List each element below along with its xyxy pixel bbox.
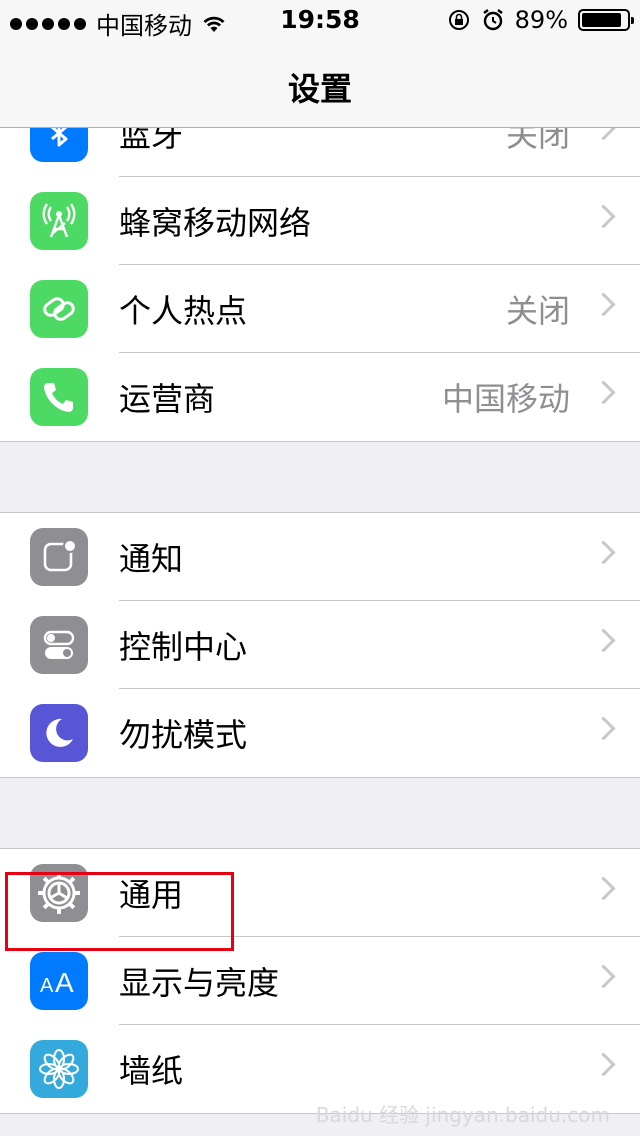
wallpaper-icon bbox=[30, 1040, 88, 1098]
row-label: 蜂窝移动网络 bbox=[119, 204, 312, 242]
alarm-icon bbox=[482, 9, 503, 31]
bluetooth-icon bbox=[30, 128, 88, 162]
chevron-right-icon bbox=[591, 380, 616, 405]
settings-row[interactable]: 通用 bbox=[0, 849, 640, 937]
settings-row[interactable]: 蜂窝移动网络 bbox=[0, 177, 640, 265]
navigation-bar: 设置 bbox=[0, 40, 640, 128]
status-right: 89% bbox=[447, 6, 634, 34]
svg-text:A: A bbox=[40, 975, 54, 997]
chevron-right-icon bbox=[591, 204, 616, 229]
settings-row[interactable]: 蓝牙 关闭 bbox=[0, 128, 640, 177]
row-value: 中国移动 bbox=[441, 380, 570, 418]
chevron-right-icon bbox=[591, 1052, 616, 1077]
moon-icon bbox=[30, 704, 88, 762]
settings-row[interactable]: 个人热点 关闭 bbox=[0, 265, 640, 353]
settings-section: 蓝牙 关闭 蜂窝移动网络 个人热点 关闭 运营商 中国移动 bbox=[0, 128, 640, 442]
chevron-right-icon bbox=[591, 876, 616, 901]
settings-row[interactable]: 控制中心 bbox=[0, 601, 640, 689]
row-value: 关闭 bbox=[505, 128, 570, 154]
row-label: 个人热点 bbox=[119, 292, 248, 330]
settings-section: 通知控制中心勿扰模式 bbox=[0, 512, 640, 778]
chevron-right-icon bbox=[591, 292, 616, 317]
row-label: 控制中心 bbox=[119, 628, 248, 666]
notification-icon bbox=[30, 528, 88, 586]
settings-row[interactable]: A A 显示与亮度 bbox=[0, 937, 640, 1025]
row-value: 关闭 bbox=[505, 292, 570, 330]
settings-section: 通用 A A 显示与亮度墙纸 bbox=[0, 848, 640, 1114]
cellular-icon bbox=[30, 192, 88, 250]
text-size-icon: AA bbox=[30, 952, 88, 1010]
chevron-right-icon bbox=[591, 540, 616, 565]
chevron-right-icon bbox=[591, 128, 616, 141]
page-title: 设置 bbox=[287, 70, 352, 108]
settings-row[interactable]: 运营商 中国移动 bbox=[0, 353, 640, 441]
battery-fill bbox=[582, 13, 621, 27]
svg-text:A: A bbox=[55, 967, 74, 998]
control-center-icon bbox=[30, 616, 88, 674]
row-label: 通用 bbox=[119, 876, 184, 914]
orientation-lock-icon bbox=[448, 10, 469, 30]
hotspot-icon bbox=[30, 280, 88, 338]
phone-icon bbox=[30, 368, 88, 426]
battery-icon bbox=[578, 9, 634, 31]
row-label: 墙纸 bbox=[119, 1052, 184, 1090]
row-label: 运营商 bbox=[119, 380, 216, 418]
row-label: 勿扰模式 bbox=[119, 716, 248, 754]
row-label: 蓝牙 bbox=[119, 128, 184, 154]
chevron-right-icon bbox=[591, 964, 616, 989]
chevron-right-icon bbox=[591, 628, 616, 653]
settings-list[interactable]: 蓝牙 关闭 蜂窝移动网络 个人热点 关闭 运营商 中国移动 通知 控制中心 勿扰模式 通用 A A 显示与… bbox=[0, 128, 640, 1136]
settings-row[interactable]: 通知 bbox=[0, 513, 640, 601]
battery-percent: 89% bbox=[514, 6, 568, 34]
settings-row[interactable]: 勿扰模式 bbox=[0, 689, 640, 777]
status-bar: 中国移动 19:58 89% bbox=[0, 0, 640, 40]
watermark: Baidu 经验 jingyan.baidu.com bbox=[315, 1103, 610, 1127]
row-label: 通知 bbox=[119, 540, 184, 578]
row-label: 显示与亮度 bbox=[119, 964, 280, 1002]
chevron-right-icon bbox=[591, 716, 616, 741]
gear-icon bbox=[30, 864, 88, 922]
